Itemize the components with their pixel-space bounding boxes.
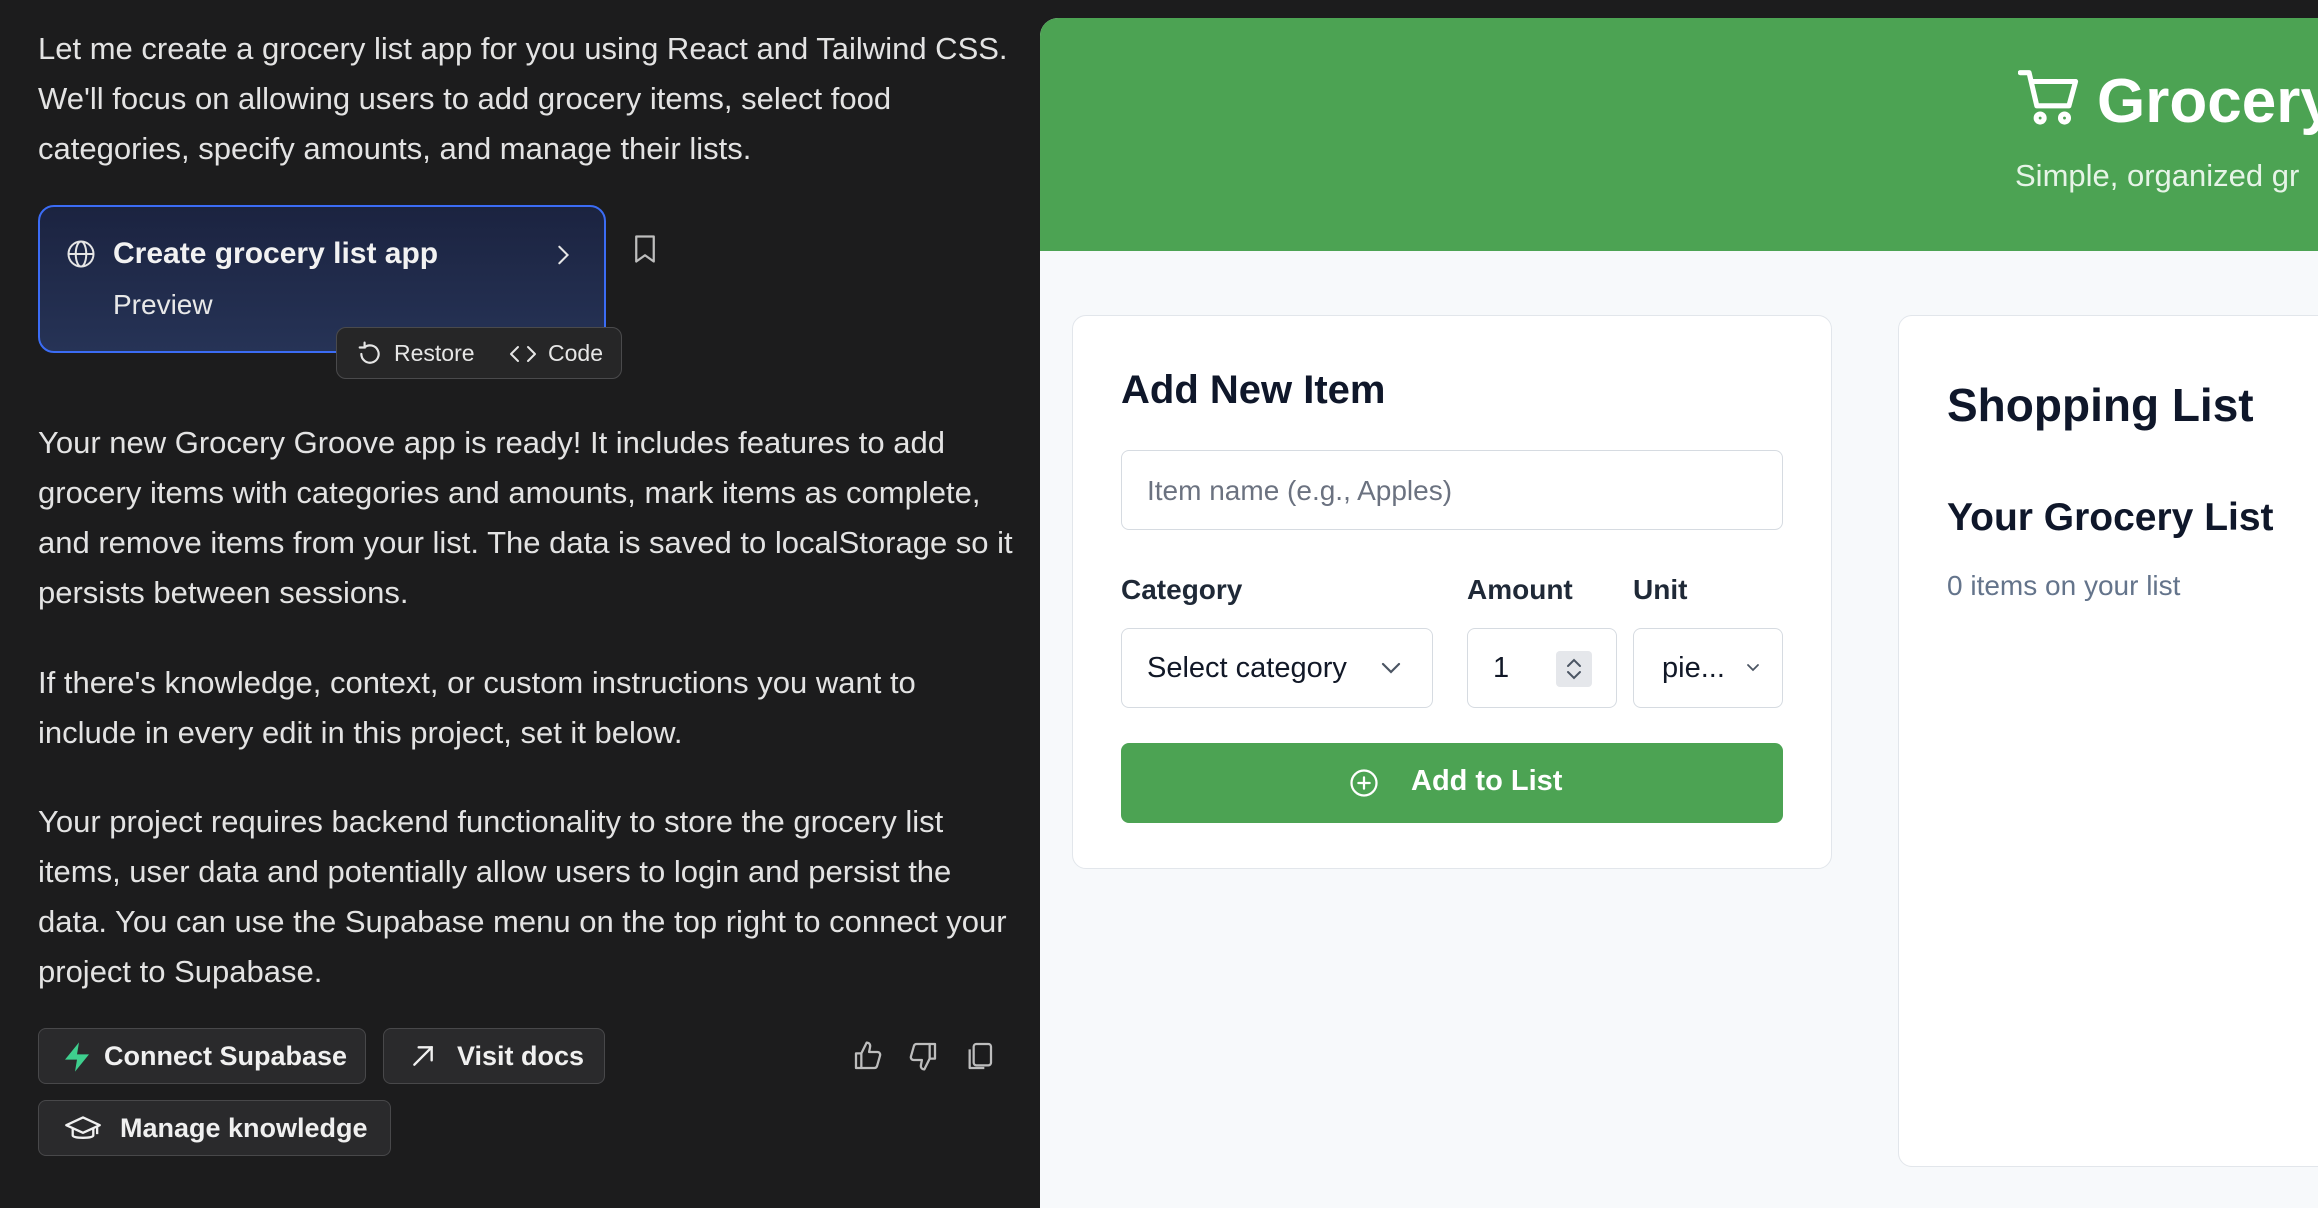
supabase-icon	[65, 1042, 89, 1072]
amount-input[interactable]: 1	[1467, 628, 1617, 708]
app-preview: Grocery Simple, organized gr Add New Ite…	[1040, 18, 2318, 1208]
unit-select[interactable]: pie...	[1633, 628, 1783, 708]
restore-button[interactable]: Restore	[394, 340, 475, 367]
shopping-list-card: Shopping List Your Grocery List 0 items …	[1898, 315, 2318, 1167]
copy-icon[interactable]	[963, 1040, 995, 1072]
chevron-down-icon	[1381, 662, 1401, 674]
chevron-down-icon	[1747, 664, 1759, 672]
thumbs-up-icon[interactable]	[852, 1040, 884, 1072]
item-name-input[interactable]: Item name (e.g., Apples)	[1121, 450, 1783, 530]
globe-icon	[67, 240, 95, 268]
connect-supabase-label: Connect Supabase	[104, 1041, 348, 1071]
assistant-message-intro: Let me create a grocery list app for you…	[38, 31, 1008, 166]
add-item-card: Add New Item Item name (e.g., Apples) Ca…	[1072, 315, 1832, 869]
chat-panel: Let me create a grocery list app for you…	[0, 0, 1040, 1208]
add-to-list-button[interactable]: Add to List	[1121, 743, 1783, 823]
bookmark-icon[interactable]	[632, 234, 658, 264]
item-name-placeholder: Item name (e.g., Apples)	[1147, 475, 1453, 506]
assistant-message-knowledge: If there's knowledge, context, or custom…	[38, 665, 916, 750]
grocery-list-subtitle: Your Grocery List	[1947, 496, 2274, 539]
category-label: Category	[1121, 574, 1243, 605]
artifact-title: Create grocery list app	[113, 237, 439, 270]
unit-label: Unit	[1633, 574, 1688, 605]
amount-value: 1	[1493, 652, 1510, 684]
shopping-cart-icon	[2018, 70, 2079, 125]
item-count: 0 items on your list	[1947, 570, 2181, 601]
assistant-message-ready: Your new Grocery Groove app is ready! It…	[38, 425, 1013, 610]
add-item-title: Add New Item	[1121, 368, 1386, 412]
assistant-message-backend: Your project requires backend functional…	[38, 804, 1007, 989]
add-to-list-label: Add to List	[1411, 765, 1563, 797]
shopping-list-title: Shopping List	[1947, 379, 2254, 431]
category-select-value: Select category	[1147, 652, 1347, 684]
graduation-cap-icon	[65, 1116, 101, 1139]
app-title: Grocery	[2097, 67, 2318, 136]
chevron-right-icon	[558, 245, 570, 265]
amount-stepper[interactable]	[1556, 651, 1592, 687]
amount-label: Amount	[1467, 574, 1573, 605]
app-tagline: Simple, organized gr	[2015, 158, 2300, 193]
visit-docs-button[interactable]: Visit docs	[383, 1028, 605, 1084]
stepper-arrows-icon	[1567, 658, 1581, 680]
plus-circle-icon	[1350, 769, 1378, 797]
connect-supabase-button[interactable]: Connect Supabase	[38, 1028, 366, 1084]
arrow-up-right-icon	[413, 1046, 433, 1066]
code-button[interactable]: Code	[548, 340, 603, 367]
restore-icon[interactable]	[357, 341, 383, 367]
unit-select-value: pie...	[1662, 652, 1725, 684]
category-select[interactable]: Select category	[1121, 628, 1433, 708]
artifact-actions: Restore Code	[336, 327, 622, 379]
code-icon[interactable]	[509, 343, 537, 365]
visit-docs-label: Visit docs	[457, 1041, 585, 1071]
manage-knowledge-button[interactable]: Manage knowledge	[38, 1100, 391, 1156]
app-header: Grocery Simple, organized gr	[1040, 18, 2318, 251]
manage-knowledge-label: Manage knowledge	[120, 1113, 368, 1143]
artifact-subtitle: Preview	[113, 289, 213, 320]
thumbs-down-icon[interactable]	[907, 1040, 939, 1072]
